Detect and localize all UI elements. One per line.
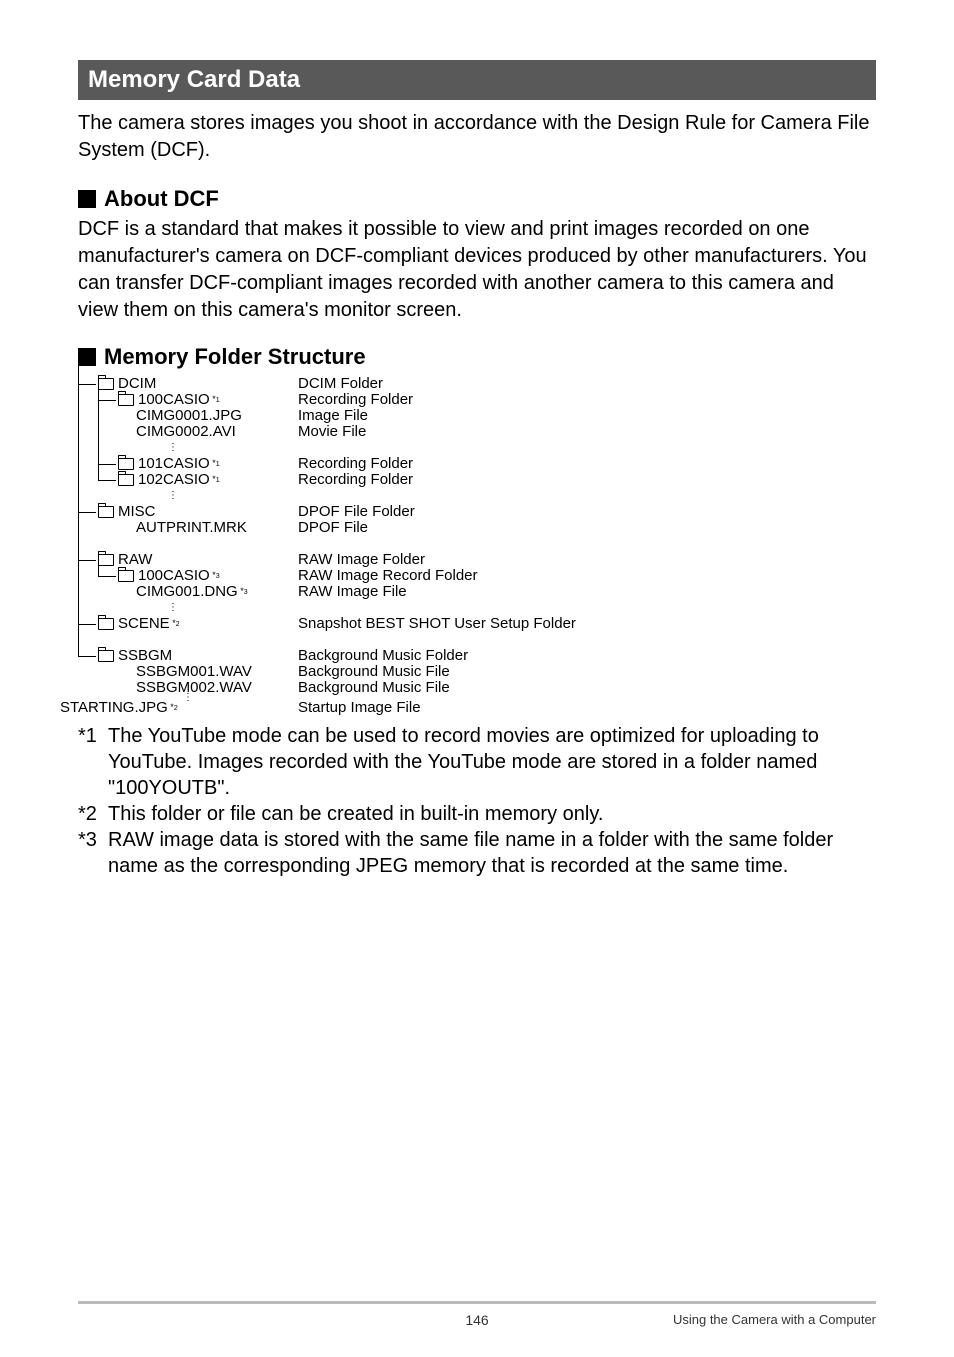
tree-desc-ssbgm001: Background Music File (298, 664, 450, 680)
folder-icon (118, 474, 134, 486)
tree-desc-cimg0002: Movie File (298, 424, 366, 440)
tree-node-101casio: 101CASIO (138, 456, 210, 472)
footnote-3: RAW image data is stored with the same f… (108, 827, 876, 879)
folder-icon (98, 650, 114, 662)
section-heading: Memory Card Data (78, 60, 876, 100)
folder-tree: DCIM DCIM Folder 100CASIO *1 Recording F… (78, 376, 876, 715)
tree-desc-102casio: Recording Folder (298, 472, 413, 488)
footnote-marker: *2 (78, 801, 108, 827)
tree-node-dcim: DCIM (118, 376, 156, 392)
tree-desc-ssbgm: Background Music Folder (298, 648, 468, 664)
tree-desc-raw: RAW Image Folder (298, 552, 425, 568)
tree-node-ssbgm: SSBGM (118, 648, 172, 664)
superscript-note: *1 (210, 395, 220, 404)
tree-node-starting: STARTING.JPG (60, 700, 168, 716)
tree-node-102casio: 102CASIO (138, 472, 210, 488)
tree-node-cimg0001: CIMG0001.JPG (136, 408, 242, 424)
page-number: 146 (465, 1312, 488, 1328)
bullet-square-icon (78, 348, 96, 366)
page-footer: 146 Using the Camera with a Computer (78, 1301, 876, 1327)
tree-desc-scene: Snapshot BEST SHOT User Setup Folder (298, 616, 576, 632)
footnote-1: The YouTube mode can be used to record m… (108, 723, 876, 801)
tree-node-ssbgm002: SSBGM002.WAV (136, 680, 252, 696)
folder-icon (118, 458, 134, 470)
superscript-note: *3 (210, 571, 220, 580)
page-root: Memory Card Data The camera stores image… (0, 0, 954, 1357)
about-dcf-heading-text: About DCF (104, 186, 219, 212)
footnotes: *1 The YouTube mode can be used to recor… (78, 723, 876, 879)
tree-node-misc: MISC (118, 504, 156, 520)
ellipsis-icon: ⋮ (168, 606, 178, 610)
tree-desc-dcim: DCIM Folder (298, 376, 383, 392)
folder-icon (98, 618, 114, 630)
bullet-square-icon (78, 190, 96, 208)
superscript-note: *3 (238, 587, 248, 596)
footer-divider (78, 1301, 876, 1304)
intro-paragraph: The camera stores images you shoot in ac… (78, 110, 876, 164)
tree-node-100casio: 100CASIO (138, 392, 210, 408)
folder-icon (118, 570, 134, 582)
memory-folder-structure-text: Memory Folder Structure (104, 344, 366, 370)
tree-desc-raw100casio: RAW Image Record Folder (298, 568, 478, 584)
tree-desc-100casio: Recording Folder (298, 392, 413, 408)
tree-desc-101casio: Recording Folder (298, 456, 413, 472)
folder-icon (118, 394, 134, 406)
about-dcf-heading: About DCF (78, 186, 876, 212)
tree-desc-cimg001dng: RAW Image File (298, 584, 407, 600)
folder-icon (98, 378, 114, 390)
about-dcf-body: DCF is a standard that makes it possible… (78, 216, 876, 324)
tree-node-raw: RAW (118, 552, 152, 568)
superscript-note: *1 (210, 475, 220, 484)
ellipsis-icon: ⋮ (168, 494, 178, 498)
footnote-marker: *1 (78, 723, 108, 801)
tree-desc-cimg0001: Image File (298, 408, 368, 424)
tree-desc-ssbgm002: Background Music File (298, 680, 450, 696)
folder-icon (98, 506, 114, 518)
ellipsis-icon: ⋮ (168, 446, 178, 450)
tree-node-autprint: AUTPRINT.MRK (136, 520, 247, 536)
tree-node-raw100casio: 100CASIO (138, 568, 210, 584)
tree-desc-autprint: DPOF File (298, 520, 368, 536)
footnote-2: This folder or file can be created in bu… (108, 801, 603, 827)
footnote-marker: *3 (78, 827, 108, 879)
superscript-note: *2 (168, 703, 178, 712)
folder-icon (98, 554, 114, 566)
tree-node-ssbgm001: SSBGM001.WAV (136, 664, 252, 680)
tree-node-scene: SCENE (118, 616, 170, 632)
tree-node-cimg001dng: CIMG001.DNG (136, 584, 238, 600)
memory-folder-structure-heading: Memory Folder Structure (78, 344, 876, 370)
superscript-note: *2 (170, 619, 180, 628)
tree-desc-starting: Startup Image File (298, 700, 421, 716)
superscript-note: *1 (210, 459, 220, 468)
tree-desc-misc: DPOF File Folder (298, 504, 415, 520)
footer-section-title: Using the Camera with a Computer (673, 1312, 876, 1327)
tree-node-cimg0002: CIMG0002.AVI (136, 424, 236, 440)
